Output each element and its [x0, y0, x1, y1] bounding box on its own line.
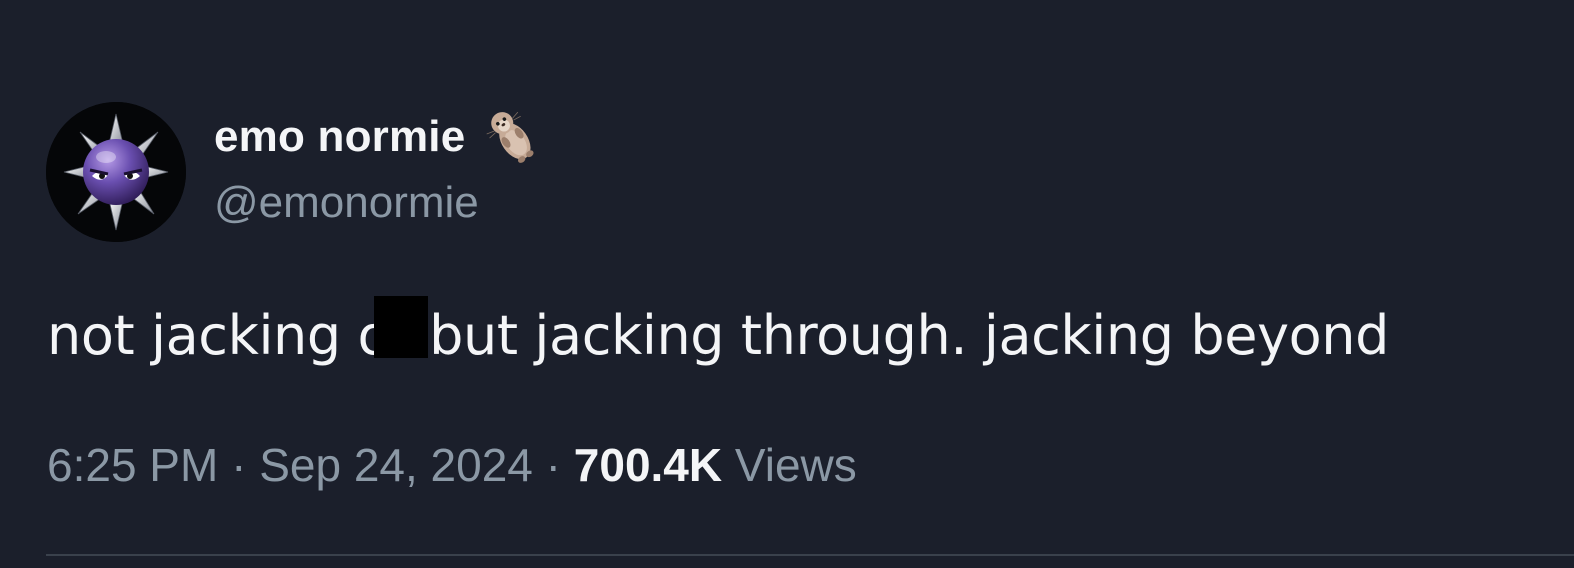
redaction-box [374, 296, 429, 358]
views-link[interactable]: 700.4K Views [574, 439, 857, 491]
tweet-meta: 6:25 PM · Sep 24, 2024 · 700.4K Views [47, 432, 857, 498]
tweet-date[interactable]: Sep 24, 2024 [259, 439, 533, 491]
tweet-card: emo normie @emonormie not jacking o but … [0, 0, 1574, 568]
tweet-text: not jacking o but jacking through. jackin… [47, 296, 1389, 373]
divider [46, 554, 1574, 556]
views-count: 700.4K [573, 439, 723, 491]
author-name-row: emo normie [214, 104, 545, 170]
tweet-text-after: but jacking through. jacking beyond [429, 304, 1389, 367]
views-label: Views [734, 439, 857, 491]
tweet-time[interactable]: 6:25 PM [47, 439, 218, 491]
author-display-name[interactable]: emo normie [214, 112, 465, 162]
meta-separator: · [545, 439, 561, 491]
author-handle[interactable]: @emonormie [214, 178, 479, 228]
tweet-text-before: not jacking o [47, 304, 391, 367]
otter-icon [479, 104, 545, 170]
spiked-mine-avatar-icon [46, 102, 186, 242]
avatar[interactable] [46, 102, 186, 242]
meta-separator: · [231, 439, 247, 491]
